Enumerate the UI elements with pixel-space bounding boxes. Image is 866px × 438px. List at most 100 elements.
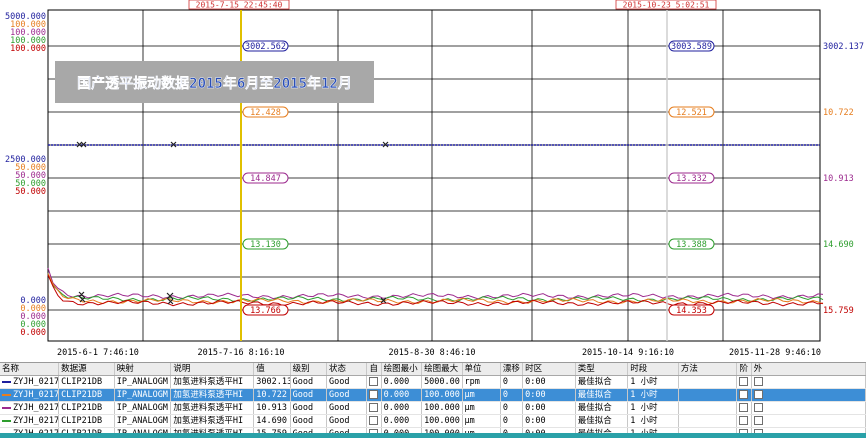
cell-map: IP_ANALOGM <box>114 376 171 389</box>
cell-method <box>678 415 737 428</box>
column-header[interactable]: 级别 <box>290 363 326 376</box>
outlier-checkbox[interactable] <box>751 389 865 402</box>
auto-checkbox[interactable] <box>367 376 381 389</box>
cell-status: Good <box>327 376 367 389</box>
column-header[interactable]: 自 <box>367 363 381 376</box>
cell-period: 1 小时 <box>628 376 679 389</box>
step-checkbox[interactable] <box>737 402 751 415</box>
cell-unit: μm <box>462 415 500 428</box>
cell-drift: 0 <box>500 376 522 389</box>
cell-tz: 0:00 <box>523 376 576 389</box>
cell-name: ZYJH_0217_ <box>0 376 59 389</box>
outlier-checkbox[interactable] <box>751 415 865 428</box>
header-row: 名称数据源映射说明值级别状态自绘图最小绘图最大单位漂移时区类型时段方法阶外 <box>0 363 866 376</box>
cell-period: 1 小时 <box>628 415 679 428</box>
cell-name: ZYJH_0217_ <box>0 415 59 428</box>
cell-source: CLIP21DB <box>59 415 115 428</box>
auto-checkbox[interactable] <box>367 389 381 402</box>
cell-max: 5000.00 <box>422 376 462 389</box>
cell-unit: rpm <box>462 376 500 389</box>
horizontal-scrollbar[interactable] <box>0 433 866 438</box>
column-header[interactable]: 数据源 <box>59 363 115 376</box>
column-header[interactable]: 时区 <box>523 363 576 376</box>
auto-checkbox[interactable] <box>367 415 381 428</box>
checkbox[interactable] <box>369 377 378 386</box>
cursor-1-value: 3002.562 <box>245 42 286 52</box>
cell-method <box>678 389 737 402</box>
cell-level: Good <box>290 376 326 389</box>
cell-tz: 0:00 <box>523 389 576 402</box>
column-header[interactable]: 阶 <box>737 363 751 376</box>
series-color-swatch <box>2 420 11 422</box>
cell-unit: μm <box>462 402 500 415</box>
cell-desc: 加氢进料泵透平HI <box>171 389 254 402</box>
cell-source: CLIP21DB <box>59 376 115 389</box>
column-header[interactable]: 单位 <box>462 363 500 376</box>
auto-checkbox[interactable] <box>367 402 381 415</box>
series-color-swatch <box>2 381 11 383</box>
column-header[interactable]: 值 <box>254 363 290 376</box>
cell-type: 最佳拟合 <box>575 376 628 389</box>
cell-desc: 加氢进料泵透平HI <box>171 402 254 415</box>
cell-tz: 0:00 <box>523 415 576 428</box>
column-header[interactable]: 外 <box>751 363 865 376</box>
cell-min: 0.000 <box>381 376 421 389</box>
checkbox[interactable] <box>369 403 378 412</box>
checkbox[interactable] <box>754 377 763 386</box>
column-header[interactable]: 名称 <box>0 363 59 376</box>
cell-type: 最佳拟合 <box>575 402 628 415</box>
cursor-2-value: 13.388 <box>676 240 707 250</box>
title-banner-text: 国产透平振动数据2015年6月至2015年12月 <box>77 75 352 92</box>
column-header[interactable]: 方法 <box>678 363 737 376</box>
cursor-2-value: 14.353 <box>676 306 707 316</box>
outlier-checkbox[interactable] <box>751 376 865 389</box>
trend-chart[interactable]: 3002.562 12.428 14.847 13.130 13.766 300… <box>0 0 866 362</box>
checkbox[interactable] <box>754 416 763 425</box>
step-checkbox[interactable] <box>737 389 751 402</box>
checkbox[interactable] <box>369 390 378 399</box>
x-axis-label: 2015-10-14 9:16:10 <box>582 348 674 358</box>
right-value-label: 15.759 <box>823 306 854 316</box>
checkbox[interactable] <box>754 403 763 412</box>
cell-status: Good <box>327 415 367 428</box>
column-header[interactable]: 映射 <box>114 363 171 376</box>
column-header[interactable]: 时段 <box>628 363 679 376</box>
checkbox[interactable] <box>739 403 748 412</box>
table-row[interactable]: ZYJH_0217_CLIP21DBIP_ANALOGM加氢进料泵透平HI10.… <box>0 389 866 402</box>
table-row[interactable]: ZYJH_0217_CLIP21DBIP_ANALOGM加氢进料泵透平HI300… <box>0 376 866 389</box>
cell-source: CLIP21DB <box>59 389 115 402</box>
checkbox[interactable] <box>739 416 748 425</box>
y-axis-label: 50.000 <box>15 187 46 197</box>
table-row[interactable]: ZYJH_0217_CLIP21DBIP_ANALOGM加氢进料泵透平HI10.… <box>0 402 866 415</box>
x-axis-label: 2015-11-28 9:46:10 <box>729 348 821 358</box>
cursor-1-time: 2015-7-15 22:45:40 <box>196 1 283 10</box>
checkbox[interactable] <box>739 377 748 386</box>
column-header[interactable]: 说明 <box>171 363 254 376</box>
checkbox[interactable] <box>739 390 748 399</box>
series-color-swatch <box>2 394 11 396</box>
tag-table: 名称数据源映射说明值级别状态自绘图最小绘图最大单位漂移时区类型时段方法阶外 ZY… <box>0 363 866 438</box>
cell-max: 100.000 <box>422 402 462 415</box>
step-checkbox[interactable] <box>737 415 751 428</box>
column-header[interactable]: 类型 <box>575 363 628 376</box>
cursor-1-value: 13.130 <box>250 240 281 250</box>
checkbox[interactable] <box>754 390 763 399</box>
cursor-1-value: 13.766 <box>250 306 281 316</box>
column-header[interactable]: 状态 <box>327 363 367 376</box>
cell-drift: 0 <box>500 415 522 428</box>
column-header[interactable]: 漂移 <box>500 363 522 376</box>
cell-type: 最佳拟合 <box>575 389 628 402</box>
column-header[interactable]: 绘图最小 <box>381 363 421 376</box>
y-axis-label: 0.000 <box>20 328 46 338</box>
right-value-label: 3002.137 <box>823 42 864 52</box>
cell-desc: 加氢进料泵透平HI <box>171 415 254 428</box>
cell-tz: 0:00 <box>523 402 576 415</box>
step-checkbox[interactable] <box>737 376 751 389</box>
table-row[interactable]: ZYJH_0217_CLIP21DBIP_ANALOGM加氢进料泵透平HI14.… <box>0 415 866 428</box>
column-header[interactable]: 绘图最大 <box>422 363 462 376</box>
checkbox[interactable] <box>369 416 378 425</box>
y-axis-label: 100.000 <box>10 44 46 54</box>
outlier-checkbox[interactable] <box>751 402 865 415</box>
right-value-label: 10.722 <box>823 108 854 118</box>
cell-method <box>678 402 737 415</box>
